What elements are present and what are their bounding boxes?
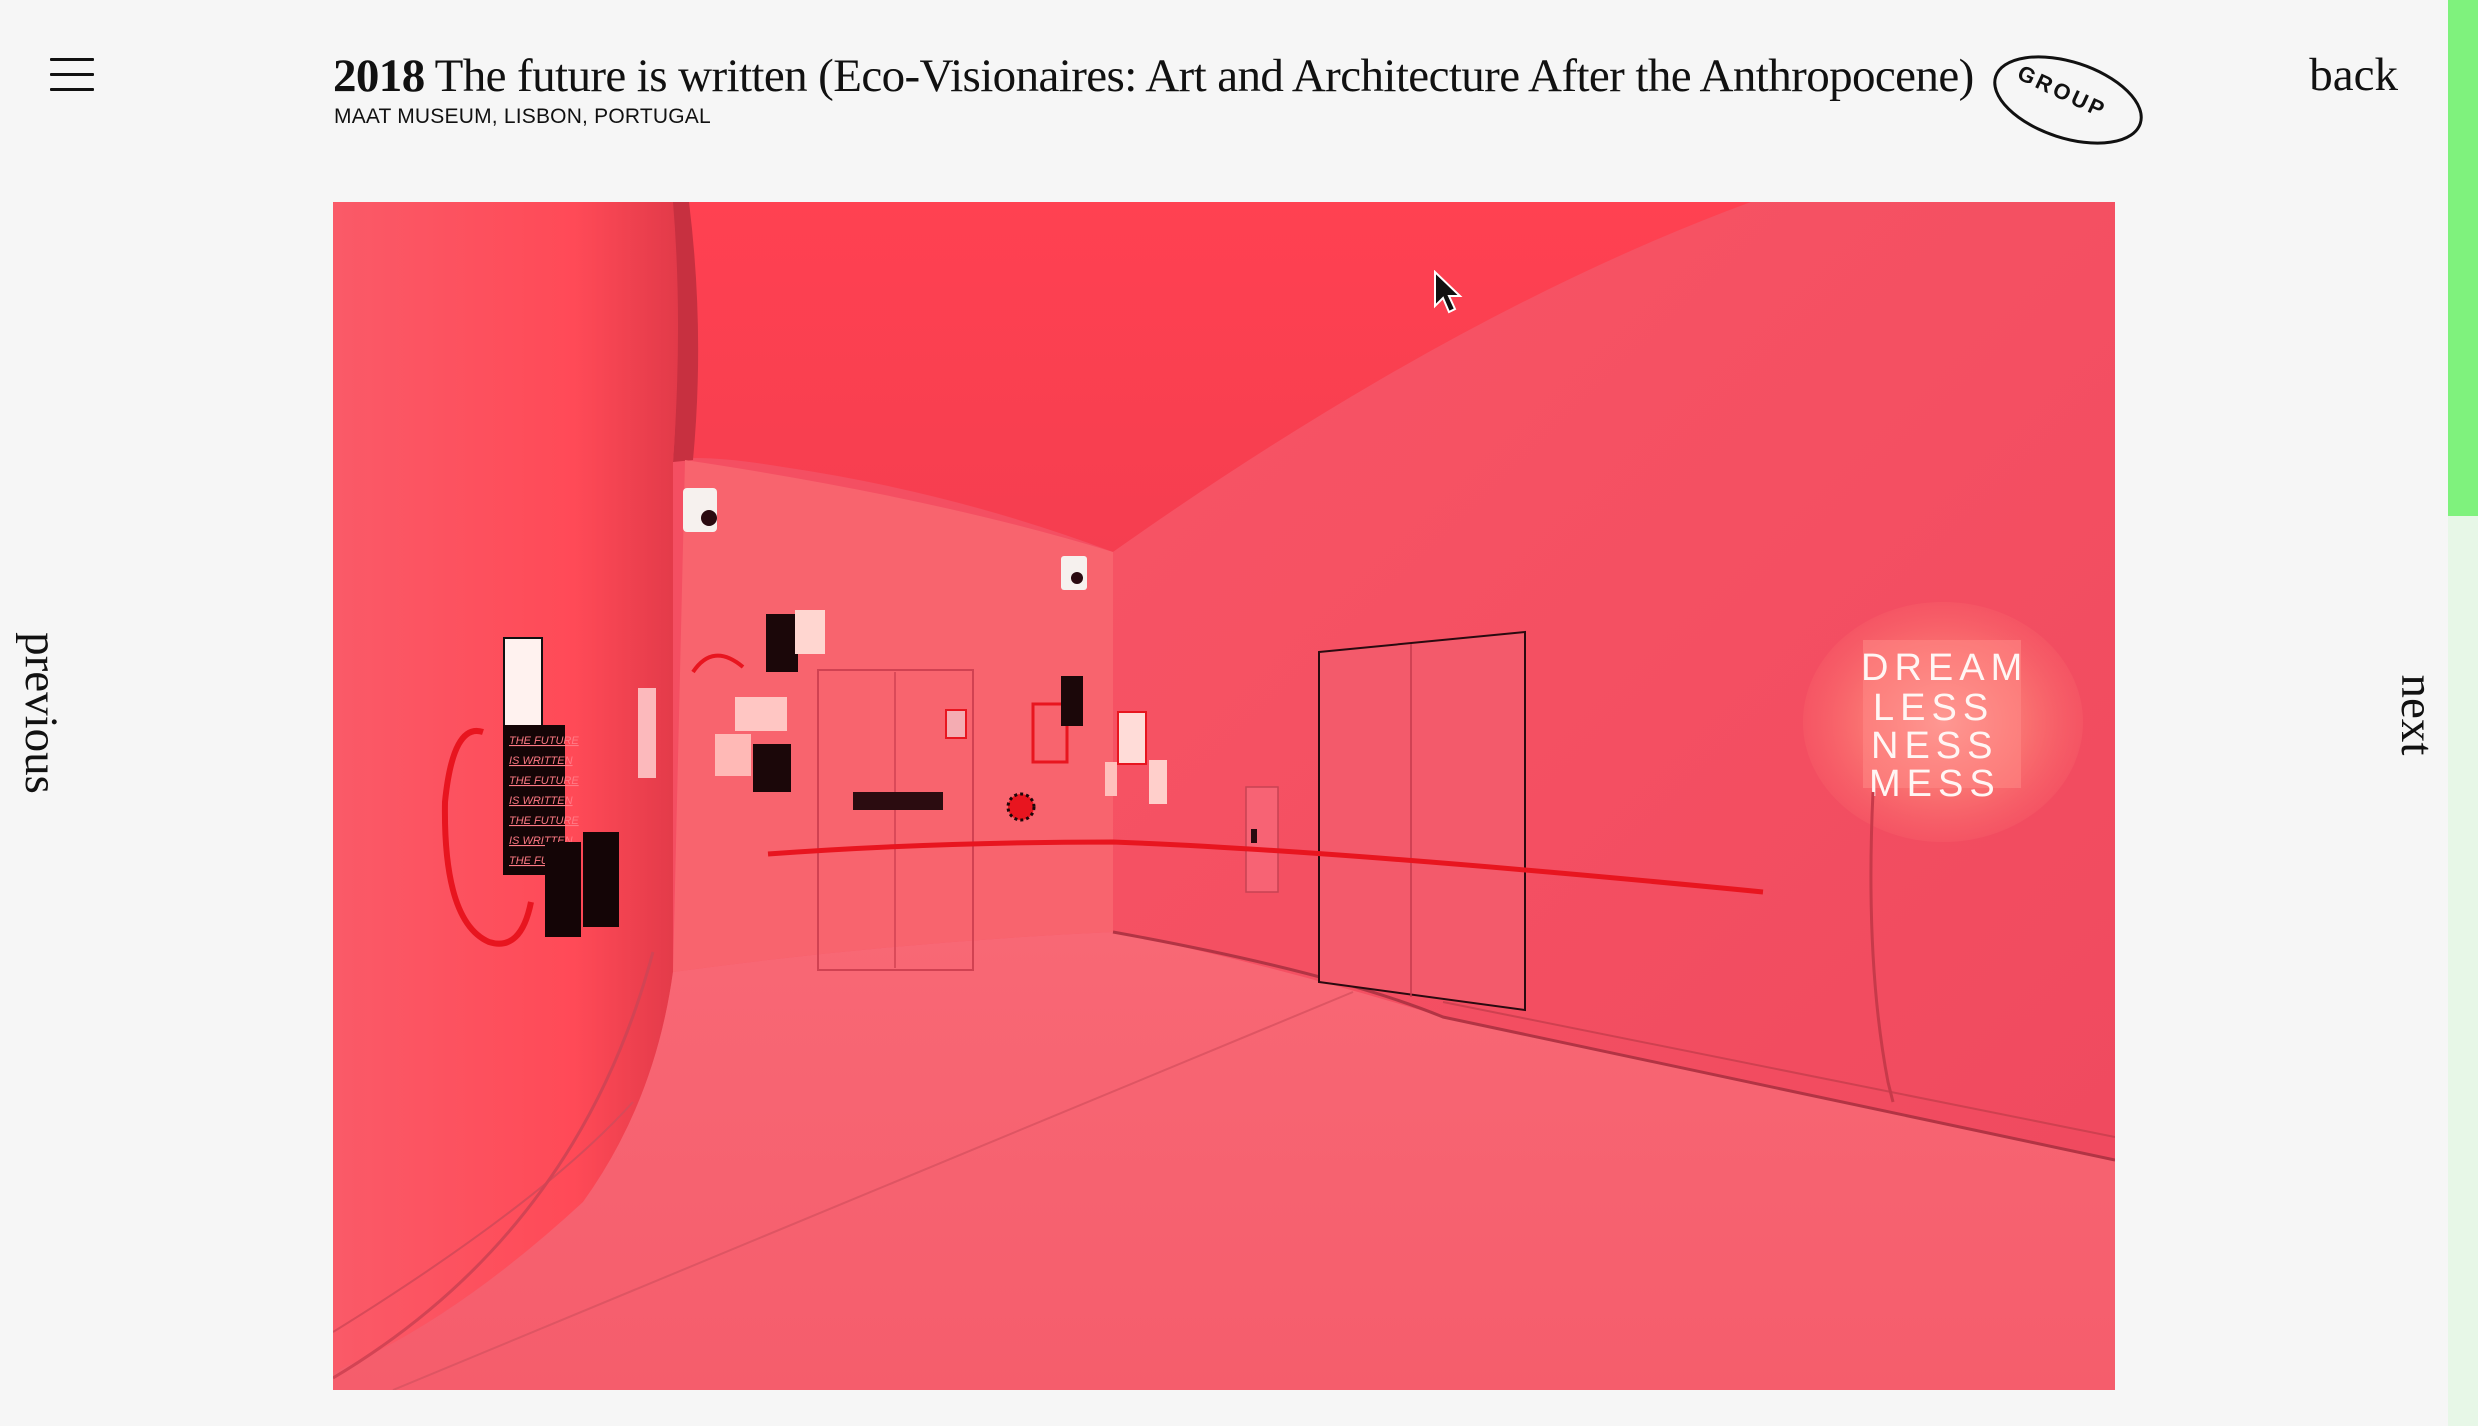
svg-text:THE FU: THE FU: [509, 855, 549, 867]
exhibition-venue: MAAT MUSEUM, LISBON, PORTUGAL: [334, 105, 711, 128]
next-label: next: [2391, 674, 2443, 756]
svg-text:THE FUTURE: THE FUTURE: [509, 815, 579, 827]
exhibition-year: 2018: [333, 50, 425, 102]
previous-link[interactable]: previous: [6, 628, 76, 798]
svg-text:NESS: NESS: [1871, 725, 1998, 767]
svg-text:IS WRITTEN: IS WRITTEN: [509, 795, 573, 807]
menu-bar: [50, 58, 94, 61]
svg-text:THE FUTURE: THE FUTURE: [509, 775, 579, 787]
previous-label: previous: [15, 632, 67, 794]
svg-text:LESS: LESS: [1873, 687, 1994, 729]
group-badge: GROUP: [1993, 55, 2143, 145]
exhibition-photo: THE FUTURE IS WRITTEN THE FUTURE IS WRIT…: [333, 202, 2115, 1390]
menu-bar: [50, 73, 94, 76]
svg-text:IS WRITTEN: IS WRITTEN: [509, 755, 573, 767]
mouse-pointer-icon: [1434, 270, 1463, 314]
svg-text:MESS: MESS: [1869, 763, 2001, 805]
page-title: 2018 The future is written (Eco-Visionair…: [333, 48, 1974, 104]
svg-text:DREAM: DREAM: [1861, 647, 2028, 689]
svg-text:THE FUTURE: THE FUTURE: [509, 735, 579, 747]
next-link[interactable]: next: [2382, 660, 2452, 770]
back-link[interactable]: back: [2309, 46, 2398, 104]
exhibition-title: The future is written (Eco-Visionaires: …: [434, 50, 1975, 102]
scrollbar-thumb[interactable]: [2448, 0, 2478, 516]
hamburger-menu-icon[interactable]: [50, 58, 94, 92]
scrollbar[interactable]: [2448, 0, 2478, 1426]
menu-bar: [50, 88, 94, 91]
